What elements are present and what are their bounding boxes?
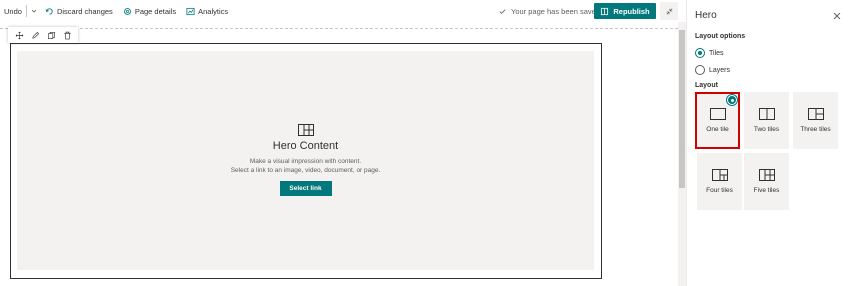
- toolbar-divider: [25, 5, 27, 17]
- layout-two-tiles[interactable]: Two tiles: [744, 92, 789, 149]
- page-details-label: Page details: [134, 6, 177, 16]
- radio-tiles-label: Tiles: [709, 49, 724, 57]
- panel-title: Hero: [695, 10, 717, 21]
- tile-label: One tile: [706, 126, 729, 133]
- duplicate-icon[interactable]: [47, 31, 56, 40]
- one-tile-icon: [709, 108, 726, 120]
- republish-label: Republish: [613, 6, 650, 16]
- republish-button[interactable]: Republish: [594, 3, 656, 19]
- discard-changes-label: Discard changes: [56, 6, 113, 16]
- layout-three-tiles[interactable]: Three tiles: [793, 92, 838, 149]
- select-link-button[interactable]: Select link: [279, 181, 332, 196]
- page-details-button[interactable]: Page details: [123, 7, 176, 16]
- layout-options-label: Layout options: [695, 33, 746, 40]
- radio-layers[interactable]: Layers: [695, 65, 730, 75]
- four-tiles-icon: [711, 169, 728, 181]
- tile-label: Five tiles: [753, 187, 780, 194]
- hero-description-line-1: Make a visual impression with content.: [249, 158, 362, 165]
- radio-tiles[interactable]: Tiles: [695, 48, 724, 58]
- tile-label: Two tiles: [753, 126, 780, 133]
- page-editor: Undo Discard changes Page details Analyt…: [0, 0, 850, 286]
- gear-icon: [123, 7, 131, 15]
- hero-placeholder-content: Hero Content Make a visual impression wi…: [17, 124, 594, 196]
- selected-check-icon: [727, 95, 737, 105]
- save-status: Your page has been saved: [498, 0, 600, 22]
- radio-layers-indicator[interactable]: [695, 65, 705, 75]
- checkmark-icon: [499, 8, 506, 14]
- radio-layers-label: Layers: [709, 66, 731, 74]
- three-tiles-icon: [807, 108, 824, 120]
- discard-icon: [45, 7, 53, 15]
- save-status-text: Your page has been saved: [511, 6, 600, 16]
- two-tiles-icon: [758, 108, 775, 120]
- undo-label: Undo: [4, 6, 22, 16]
- delete-icon[interactable]: [63, 31, 72, 40]
- layout-label: Layout: [695, 82, 718, 89]
- hero-placeholder: Hero Content Make a visual impression wi…: [17, 51, 594, 270]
- tile-label: Four tiles: [706, 187, 733, 194]
- chevron-down-icon[interactable]: [31, 8, 37, 14]
- section-divider: [0, 28, 678, 29]
- republish-icon: [601, 7, 609, 15]
- collapse-panel-button[interactable]: [660, 2, 678, 20]
- undo-button[interactable]: Undo: [4, 7, 22, 16]
- property-pane: Hero Layout options Tiles Layers Layout …: [686, 0, 850, 286]
- layout-four-tiles[interactable]: Four tiles: [697, 153, 742, 210]
- close-icon[interactable]: [833, 12, 841, 20]
- layout-one-tile[interactable]: One tile: [695, 92, 740, 149]
- layout-five-tiles[interactable]: Five tiles: [744, 153, 789, 210]
- hero-grid-icon: [297, 124, 314, 136]
- hero-description-line-2: Select a link to an image, video, docume…: [230, 167, 381, 174]
- discard-changes-button[interactable]: Discard changes: [45, 7, 113, 16]
- analytics-icon: [186, 7, 195, 15]
- edit-pencil-icon[interactable]: [31, 31, 40, 40]
- hero-title: Hero Content: [272, 140, 339, 152]
- analytics-label: Analytics: [198, 6, 229, 16]
- radio-tiles-indicator[interactable]: [695, 48, 705, 58]
- five-tiles-icon: [758, 169, 775, 181]
- analytics-button[interactable]: Analytics: [186, 7, 228, 16]
- move-icon[interactable]: [15, 31, 24, 40]
- tile-label: Three tiles: [800, 126, 831, 133]
- webpart-toolbar: [8, 27, 78, 43]
- collapse-icon: [666, 8, 672, 14]
- scrollbar-thumb[interactable]: [679, 30, 685, 188]
